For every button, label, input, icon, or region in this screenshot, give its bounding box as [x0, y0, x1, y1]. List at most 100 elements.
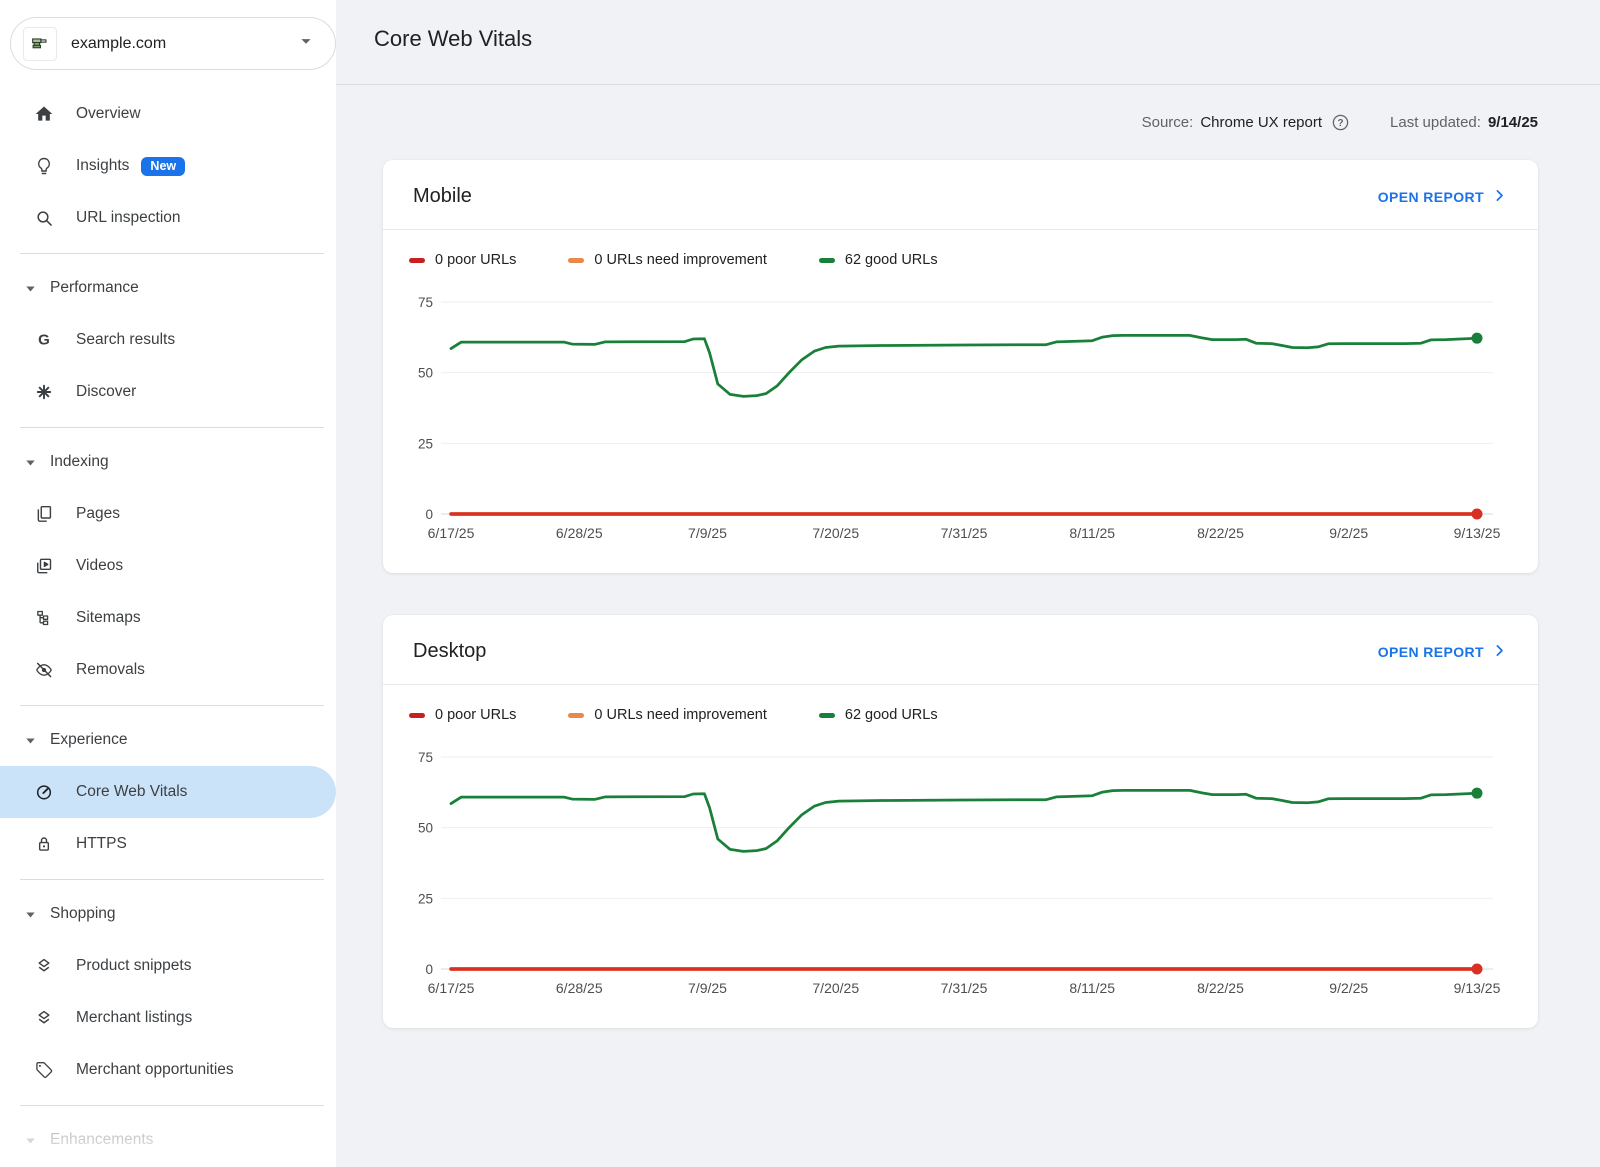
- svg-text:9/13/25: 9/13/25: [1454, 525, 1501, 541]
- legend-item-good: 62 good URLs: [819, 252, 938, 268]
- section-performance[interactable]: Performance: [0, 262, 336, 314]
- line-chart-mobile[interactable]: 0 25 50 75 6/17/25 6/28/25 7/9/25 7/20/25 7/31/2…: [383, 270, 1538, 573]
- video-library-icon: [34, 556, 54, 576]
- open-report-button-desktop[interactable]: OPEN REPORT: [1378, 642, 1508, 662]
- desktop-card-header: Desktop OPEN REPORT: [383, 615, 1538, 685]
- svg-text:9/2/25: 9/2/25: [1329, 980, 1368, 996]
- svg-text:75: 75: [418, 295, 433, 310]
- legend-item-good: 62 good URLs: [819, 707, 938, 723]
- sidebar-item-overview[interactable]: Overview: [0, 88, 336, 140]
- page-title: Core Web Vitals: [374, 26, 1600, 52]
- divider: [20, 1105, 324, 1106]
- sidebar-item-removals[interactable]: Removals: [0, 644, 336, 696]
- site-favicon: [23, 27, 57, 61]
- legend-swatch-good: [819, 258, 835, 263]
- svg-text:7/20/25: 7/20/25: [812, 525, 859, 541]
- sidebar-item-sitemaps[interactable]: Sitemaps: [0, 592, 336, 644]
- chart-legend-desktop: 0 poor URLs 0 URLs need improvement 62 g…: [383, 685, 1538, 725]
- sidebar-item-insights[interactable]: Insights New: [0, 140, 336, 192]
- divider: [20, 879, 324, 880]
- layers-icon: [34, 956, 54, 976]
- source-value: Chrome UX report: [1200, 114, 1322, 131]
- asterisk-icon: [34, 382, 54, 402]
- help-icon[interactable]: ?: [1331, 113, 1350, 132]
- sidebar-item-product-snippets[interactable]: Product snippets: [0, 940, 336, 992]
- tag-icon: [34, 1060, 54, 1080]
- svg-text:6/28/25: 6/28/25: [556, 980, 603, 996]
- open-report-button-mobile[interactable]: OPEN REPORT: [1378, 187, 1508, 207]
- legend-swatch-needs-improvement: [568, 258, 584, 263]
- sidebar-item-videos[interactable]: Videos: [0, 540, 336, 592]
- last-updated-value: 9/14/25: [1488, 114, 1538, 131]
- svg-text:7/31/25: 7/31/25: [941, 980, 988, 996]
- legend-swatch-poor: [409, 713, 425, 718]
- gauge-icon: [34, 782, 54, 802]
- desktop-card: Desktop OPEN REPORT 0 poor URLs 0 URLs n…: [383, 615, 1538, 1028]
- svg-text:25: 25: [418, 436, 433, 451]
- report-meta: Source: Chrome UX report ? Last updated:…: [336, 85, 1600, 135]
- svg-text:75: 75: [418, 750, 433, 765]
- property-domain: example.com: [71, 35, 295, 53]
- chart-legend-mobile: 0 poor URLs 0 URLs need improvement 62 g…: [383, 230, 1538, 270]
- main-content: Core Web Vitals Source: Chrome UX report…: [336, 0, 1600, 1167]
- lock-icon: [34, 834, 54, 854]
- legend-item-needs-improvement: 0 URLs need improvement: [568, 252, 766, 268]
- sidebar-item-https[interactable]: HTTPS: [0, 818, 336, 870]
- svg-text:9/2/25: 9/2/25: [1329, 525, 1368, 541]
- legend-item-poor: 0 poor URLs: [409, 252, 516, 268]
- legend-swatch-poor: [409, 258, 425, 263]
- legend-swatch-good: [819, 713, 835, 718]
- svg-text:6/17/25: 6/17/25: [428, 525, 475, 541]
- sidebar-item-pages[interactable]: Pages: [0, 488, 336, 540]
- svg-text:8/11/25: 8/11/25: [1069, 525, 1115, 541]
- google-g-icon: G: [34, 330, 54, 350]
- layers-icon: [34, 1008, 54, 1028]
- svg-text:9/13/25: 9/13/25: [1454, 980, 1501, 996]
- divider: [20, 705, 324, 706]
- source-label: Source:: [1142, 114, 1194, 131]
- mobile-card-header: Mobile OPEN REPORT: [383, 160, 1538, 230]
- svg-text:7/9/25: 7/9/25: [688, 525, 727, 541]
- card-title-mobile: Mobile: [413, 185, 472, 208]
- sidebar-item-merchant-listings[interactable]: Merchant listings: [0, 992, 336, 1044]
- section-experience[interactable]: Experience: [0, 714, 336, 766]
- section-indexing[interactable]: Indexing: [0, 436, 336, 488]
- sidebar-item-core-web-vitals[interactable]: Core Web Vitals: [0, 766, 336, 818]
- svg-text:?: ?: [1338, 118, 1344, 129]
- page-header: Core Web Vitals: [336, 0, 1600, 85]
- legend-item-poor: 0 poor URLs: [409, 707, 516, 723]
- svg-text:0: 0: [425, 962, 433, 977]
- svg-text:7/9/25: 7/9/25: [688, 980, 727, 996]
- sidebar: example.com Overview Insights New: [0, 0, 336, 1167]
- new-badge: New: [141, 157, 185, 176]
- legend-item-needs-improvement: 0 URLs need improvement: [568, 707, 766, 723]
- sidebar-item-discover[interactable]: Discover: [0, 366, 336, 418]
- divider: [20, 253, 324, 254]
- caret-down-icon: [24, 455, 38, 469]
- lightbulb-icon: [34, 156, 54, 176]
- last-updated-label: Last updated:: [1390, 114, 1481, 131]
- caret-down-icon: [24, 281, 38, 295]
- pages-icon: [34, 504, 54, 524]
- caret-down-icon: [24, 907, 38, 921]
- section-shopping[interactable]: Shopping: [0, 888, 336, 940]
- svg-text:50: 50: [418, 366, 433, 381]
- home-icon: [34, 104, 54, 124]
- svg-text:7/31/25: 7/31/25: [941, 525, 988, 541]
- sidebar-item-search-results[interactable]: G Search results: [0, 314, 336, 366]
- sidebar-item-merchant-opportunities[interactable]: Merchant opportunities: [0, 1044, 336, 1096]
- legend-swatch-needs-improvement: [568, 713, 584, 718]
- line-chart-desktop[interactable]: 02550756/17/256/28/257/9/257/20/257/31/2…: [383, 725, 1538, 1028]
- svg-text:0: 0: [425, 507, 433, 522]
- svg-text:8/22/25: 8/22/25: [1197, 980, 1244, 996]
- eye-off-icon: [34, 660, 54, 680]
- svg-text:25: 25: [418, 891, 433, 906]
- chevron-right-icon: [1491, 642, 1508, 662]
- section-enhancements[interactable]: Enhancements: [0, 1114, 336, 1166]
- caret-down-icon: [24, 733, 38, 747]
- property-selector[interactable]: example.com: [10, 17, 336, 70]
- svg-text:6/28/25: 6/28/25: [556, 525, 603, 541]
- svg-text:6/17/25: 6/17/25: [428, 980, 475, 996]
- sidebar-nav: Overview Insights New URL inspection: [0, 70, 336, 1166]
- sidebar-item-url-inspection[interactable]: URL inspection: [0, 192, 336, 244]
